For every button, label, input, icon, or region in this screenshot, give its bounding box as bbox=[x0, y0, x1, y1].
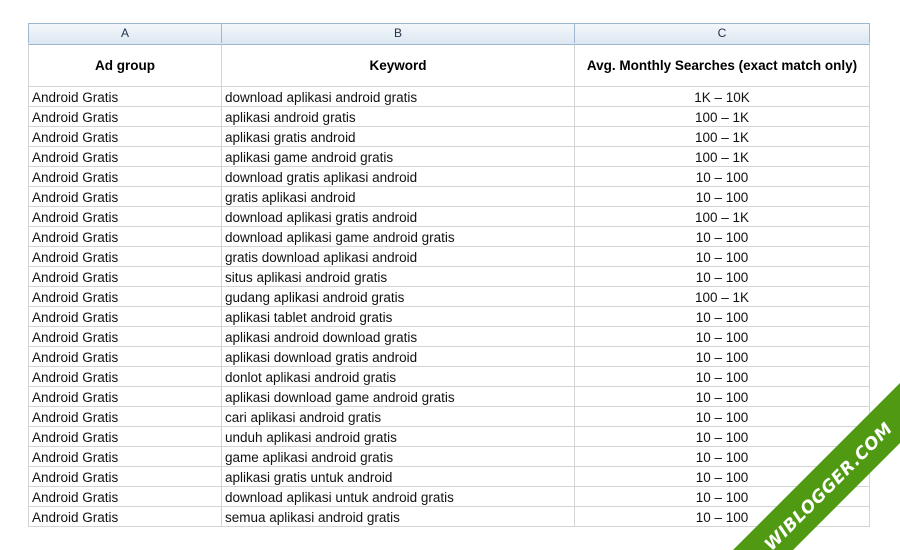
cell-keyword[interactable]: aplikasi game android gratis bbox=[222, 147, 575, 167]
cell-ad-group[interactable]: Android Gratis bbox=[28, 267, 222, 287]
header-keyword[interactable]: Keyword bbox=[222, 45, 575, 86]
header-avg-monthly-searches[interactable]: Avg. Monthly Searches (exact match only) bbox=[575, 45, 870, 86]
table-row: Android Gratis unduh aplikasi android gra… bbox=[28, 427, 870, 447]
table-row: Android Gratis download aplikasi game and… bbox=[28, 227, 870, 247]
cell-keyword[interactable]: download aplikasi android gratis bbox=[222, 87, 575, 107]
table-row: Android Gratis gudang aplikasi android gr… bbox=[28, 287, 870, 307]
cell-ad-group[interactable]: Android Gratis bbox=[28, 207, 222, 227]
column-header-c[interactable]: C bbox=[575, 24, 870, 43]
cell-searches[interactable]: 10 – 100 bbox=[575, 227, 870, 247]
cell-ad-group[interactable]: Android Gratis bbox=[28, 347, 222, 367]
cell-keyword[interactable]: download aplikasi untuk android gratis bbox=[222, 487, 575, 507]
cell-searches[interactable]: 10 – 100 bbox=[575, 307, 870, 327]
cell-searches[interactable]: 10 – 100 bbox=[575, 267, 870, 287]
cell-searches[interactable]: 10 – 100 bbox=[575, 507, 870, 527]
cell-searches[interactable]: 100 – 1K bbox=[575, 147, 870, 167]
cell-ad-group[interactable]: Android Gratis bbox=[28, 507, 222, 527]
screenshot-page: A B C Ad group Keyword Avg. Monthly Sear… bbox=[0, 0, 900, 550]
cell-ad-group[interactable]: Android Gratis bbox=[28, 107, 222, 127]
table-row: Android Gratis game aplikasi android grat… bbox=[28, 447, 870, 467]
cell-ad-group[interactable]: Android Gratis bbox=[28, 327, 222, 347]
cell-ad-group[interactable]: Android Gratis bbox=[28, 467, 222, 487]
table-row: Android Gratis aplikasi android gratis 100… bbox=[28, 107, 870, 127]
cell-searches[interactable]: 10 – 100 bbox=[575, 487, 870, 507]
table-row: Android Gratis semua aplikasi android gra… bbox=[28, 507, 870, 527]
cell-keyword[interactable]: aplikasi gratis untuk android bbox=[222, 467, 575, 487]
cell-keyword[interactable]: donlot aplikasi android gratis bbox=[222, 367, 575, 387]
cell-ad-group[interactable]: Android Gratis bbox=[28, 307, 222, 327]
table-row: Android Gratis download aplikasi untuk an… bbox=[28, 487, 870, 507]
table-row: Android Gratis gratis aplikasi android 10 … bbox=[28, 187, 870, 207]
cell-searches[interactable]: 10 – 100 bbox=[575, 407, 870, 427]
table-row: Android Gratis situs aplikasi android gra… bbox=[28, 267, 870, 287]
column-header-a[interactable]: A bbox=[28, 24, 222, 43]
table-row: Android Gratis download aplikasi android … bbox=[28, 87, 870, 107]
cell-ad-group[interactable]: Android Gratis bbox=[28, 187, 222, 207]
table-body: Android Gratis download aplikasi android … bbox=[28, 87, 870, 527]
table-row: Android Gratis download aplikasi gratis a… bbox=[28, 207, 870, 227]
cell-keyword[interactable]: semua aplikasi android gratis bbox=[222, 507, 575, 527]
cell-ad-group[interactable]: Android Gratis bbox=[28, 387, 222, 407]
cell-keyword[interactable]: download aplikasi game android gratis bbox=[222, 227, 575, 247]
table-row: Android Gratis aplikasi game android grat… bbox=[28, 147, 870, 167]
cell-searches[interactable]: 100 – 1K bbox=[575, 127, 870, 147]
cell-ad-group[interactable]: Android Gratis bbox=[28, 127, 222, 147]
cell-keyword[interactable]: situs aplikasi android gratis bbox=[222, 267, 575, 287]
cell-ad-group[interactable]: Android Gratis bbox=[28, 367, 222, 387]
cell-keyword[interactable]: aplikasi download game android gratis bbox=[222, 387, 575, 407]
table-row: Android Gratis gratis download aplikasi a… bbox=[28, 247, 870, 267]
cell-ad-group[interactable]: Android Gratis bbox=[28, 227, 222, 247]
cell-keyword[interactable]: cari aplikasi android gratis bbox=[222, 407, 575, 427]
header-ad-group[interactable]: Ad group bbox=[28, 45, 222, 86]
cell-searches[interactable]: 100 – 1K bbox=[575, 287, 870, 307]
cell-searches[interactable]: 10 – 100 bbox=[575, 347, 870, 367]
cell-keyword[interactable]: gudang aplikasi android gratis bbox=[222, 287, 575, 307]
table-header-row: Ad group Keyword Avg. Monthly Searches (… bbox=[28, 45, 870, 87]
cell-keyword[interactable]: download gratis aplikasi android bbox=[222, 167, 575, 187]
cell-searches[interactable]: 100 – 1K bbox=[575, 107, 870, 127]
cell-ad-group[interactable]: Android Gratis bbox=[28, 147, 222, 167]
cell-searches[interactable]: 10 – 100 bbox=[575, 247, 870, 267]
cell-searches[interactable]: 10 – 100 bbox=[575, 387, 870, 407]
cell-keyword[interactable]: download aplikasi gratis android bbox=[222, 207, 575, 227]
cell-searches[interactable]: 10 – 100 bbox=[575, 187, 870, 207]
cell-searches[interactable]: 10 – 100 bbox=[575, 327, 870, 347]
cell-keyword[interactable]: aplikasi android gratis bbox=[222, 107, 575, 127]
table-row: Android Gratis aplikasi android download … bbox=[28, 327, 870, 347]
table-row: Android Gratis aplikasi tablet android gr… bbox=[28, 307, 870, 327]
table-row: Android Gratis aplikasi gratis android 100… bbox=[28, 127, 870, 147]
cell-ad-group[interactable]: Android Gratis bbox=[28, 487, 222, 507]
cell-ad-group[interactable]: Android Gratis bbox=[28, 247, 222, 267]
cell-searches[interactable]: 1K – 10K bbox=[575, 87, 870, 107]
cell-keyword[interactable]: aplikasi download gratis android bbox=[222, 347, 575, 367]
table-row: Android Gratis download gratis aplikasi a… bbox=[28, 167, 870, 187]
table-row: Android Gratis aplikasi download game and… bbox=[28, 387, 870, 407]
column-header-row: A B C bbox=[28, 23, 870, 45]
cell-searches[interactable]: 10 – 100 bbox=[575, 167, 870, 187]
table-row: Android Gratis donlot aplikasi android gr… bbox=[28, 367, 870, 387]
cell-ad-group[interactable]: Android Gratis bbox=[28, 167, 222, 187]
spreadsheet: A B C Ad group Keyword Avg. Monthly Sear… bbox=[28, 23, 870, 527]
table-row: Android Gratis cari aplikasi android grat… bbox=[28, 407, 870, 427]
cell-ad-group[interactable]: Android Gratis bbox=[28, 287, 222, 307]
cell-searches[interactable]: 100 – 1K bbox=[575, 207, 870, 227]
cell-keyword[interactable]: unduh aplikasi android gratis bbox=[222, 427, 575, 447]
column-header-b[interactable]: B bbox=[222, 24, 575, 43]
cell-keyword[interactable]: gratis download aplikasi android bbox=[222, 247, 575, 267]
cell-ad-group[interactable]: Android Gratis bbox=[28, 87, 222, 107]
cell-ad-group[interactable]: Android Gratis bbox=[28, 407, 222, 427]
table-row: Android Gratis aplikasi gratis untuk andr… bbox=[28, 467, 870, 487]
cell-searches[interactable]: 10 – 100 bbox=[575, 447, 870, 467]
cell-keyword[interactable]: game aplikasi android gratis bbox=[222, 447, 575, 467]
cell-keyword[interactable]: aplikasi gratis android bbox=[222, 127, 575, 147]
cell-keyword[interactable]: aplikasi android download gratis bbox=[222, 327, 575, 347]
cell-searches[interactable]: 10 – 100 bbox=[575, 367, 870, 387]
table-row: Android Gratis aplikasi download gratis a… bbox=[28, 347, 870, 367]
cell-keyword[interactable]: gratis aplikasi android bbox=[222, 187, 575, 207]
cell-searches[interactable]: 10 – 100 bbox=[575, 427, 870, 447]
cell-ad-group[interactable]: Android Gratis bbox=[28, 427, 222, 447]
cell-keyword[interactable]: aplikasi tablet android gratis bbox=[222, 307, 575, 327]
cell-ad-group[interactable]: Android Gratis bbox=[28, 447, 222, 467]
cell-searches[interactable]: 10 – 100 bbox=[575, 467, 870, 487]
